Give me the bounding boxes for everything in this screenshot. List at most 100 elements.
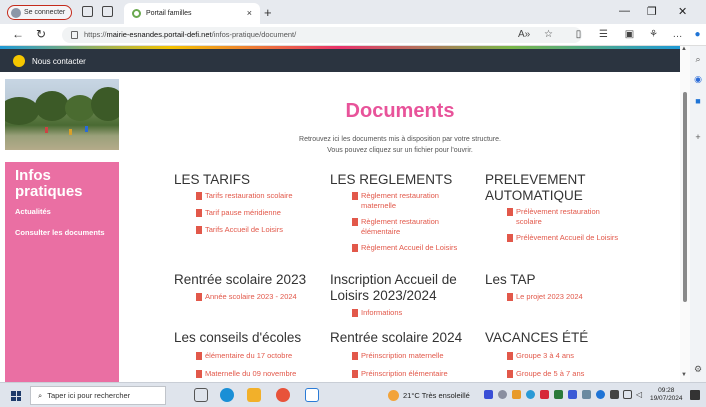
close-window-icon[interactable]: ✕: [678, 5, 687, 18]
section-heading: LES TARIFS: [174, 172, 251, 187]
section-rentree-2023: Rentrée scolaire 2023 Année scolaire 202…: [174, 272, 324, 302]
refresh-icon[interactable]: ↻: [36, 27, 46, 41]
file-icon: [352, 244, 358, 252]
signin-label: Se connecter: [24, 9, 66, 16]
file-icon: [352, 218, 358, 226]
outlook-icon[interactable]: ■: [693, 96, 703, 106]
section-heading-line1: PRELEVEMENT: [485, 172, 586, 187]
section-prelevement: PRELEVEMENT AUTOMATIQUE Prélèvement rest…: [485, 172, 635, 243]
document-link[interactable]: Préinscription maternelle: [352, 351, 480, 361]
tab-close-icon[interactable]: ×: [247, 8, 252, 18]
scroll-down-icon[interactable]: ▼: [681, 372, 687, 378]
taskbar-search[interactable]: ⌕ Taper ici pour rechercher: [30, 386, 166, 405]
file-icon: [507, 234, 513, 242]
chrome-app-icon[interactable]: [276, 388, 290, 402]
bluetooth-icon[interactable]: [596, 390, 605, 399]
url-path: /infos-pratique/document/: [211, 30, 297, 39]
contact-link[interactable]: Nous contacter: [13, 55, 86, 67]
url-field[interactable]: https://mairie-esnandes.portail-defi.net…: [62, 27, 582, 43]
file-icon: [352, 309, 358, 317]
search-icon: ⌕: [38, 390, 43, 400]
sidebar: Infos pratiques Actualités Consulter les…: [5, 162, 119, 382]
volume-icon[interactable]: ◁: [636, 390, 645, 399]
lock-icon: [71, 31, 78, 39]
notification-icon[interactable]: [690, 390, 700, 400]
file-icon: [196, 226, 202, 234]
document-link[interactable]: Prélèvement Accueil de Loisirs: [507, 233, 625, 243]
battery-icon[interactable]: [610, 390, 619, 399]
sidebar-link-actualites[interactable]: Actualités: [15, 207, 51, 216]
settings-gear-icon[interactable]: ⚙: [693, 364, 703, 374]
taskbar-clock[interactable]: 09:28 19/07/2024: [650, 387, 683, 403]
task-view-icon[interactable]: [194, 388, 208, 402]
favorites-icon[interactable]: ☰: [598, 29, 609, 40]
signin-button[interactable]: Se connecter: [7, 5, 73, 20]
top-nav-bar: Nous contacter: [0, 49, 680, 72]
document-link[interactable]: Groupe 3 à 4 ans: [507, 351, 635, 361]
document-link[interactable]: Tarif pause méridienne: [196, 208, 324, 218]
tab-portail-familles[interactable]: Portail familles ×: [124, 3, 260, 24]
network-icon[interactable]: [623, 390, 632, 399]
document-app-icon[interactable]: [305, 388, 319, 402]
page-title: Documents: [345, 100, 455, 122]
read-aloud-icon[interactable]: A»: [518, 29, 530, 40]
document-link[interactable]: Le projet 2023 2024: [507, 292, 635, 302]
scroll-up-icon[interactable]: ▲: [681, 46, 687, 52]
copilot-sidebar-icon[interactable]: ◉: [693, 74, 703, 84]
document-link[interactable]: Année scolaire 2023 - 2024: [196, 292, 324, 302]
tray-app-icon[interactable]: [582, 390, 591, 399]
collections-icon[interactable]: ▣: [624, 29, 635, 40]
weather-widget[interactable]: 21°C Très ensoleillé: [388, 390, 470, 401]
tray-app-icon[interactable]: [568, 390, 577, 399]
edge-app-icon[interactable]: [220, 388, 234, 402]
windows-start-icon[interactable]: [11, 391, 21, 401]
favorite-star-icon[interactable]: ☆: [543, 29, 554, 40]
new-tab-button[interactable]: +: [264, 5, 272, 20]
document-link[interactable]: Prélèvement restauration scolaire: [507, 207, 625, 227]
section-heading: VACANCES ÉTÉ: [485, 330, 589, 345]
sidebar-title-line2: pratiques: [15, 183, 83, 200]
tray-app-icon[interactable]: [484, 390, 493, 399]
workspaces-icon[interactable]: [82, 6, 93, 17]
copilot-icon[interactable]: ●: [692, 29, 703, 40]
tray-app-icon[interactable]: [526, 390, 535, 399]
search-icon[interactable]: ⌕: [693, 54, 703, 64]
minimize-icon[interactable]: —: [619, 5, 630, 17]
tray-app-icon[interactable]: [540, 390, 549, 399]
site-favicon-icon: [132, 9, 141, 18]
document-link[interactable]: Règlement restauration maternelle: [352, 191, 472, 211]
document-link[interactable]: Préinscription élémentaire: [352, 369, 480, 379]
document-link[interactable]: Groupe de 5 à 7 ans: [507, 369, 635, 379]
file-icon: [507, 293, 513, 301]
tray-app-icon[interactable]: [498, 390, 507, 399]
document-link[interactable]: élémentaire du 17 octobre: [196, 351, 324, 361]
tray-app-icon[interactable]: [512, 390, 521, 399]
scrollbar-thumb[interactable]: [683, 92, 687, 302]
extensions-icon[interactable]: ⚘: [648, 29, 659, 40]
section-tarifs: LES TARIFS Tarifs restauration scolaire …: [174, 172, 324, 235]
add-sidebar-icon[interactable]: +: [693, 132, 703, 142]
section-heading: Les TAP: [485, 272, 536, 287]
tab-actions-icon[interactable]: [102, 6, 113, 17]
back-icon[interactable]: ←: [12, 27, 24, 41]
tray-app-icon[interactable]: [554, 390, 563, 399]
sun-icon: [388, 390, 399, 401]
file-icon: [196, 370, 202, 378]
section-inscription-loisirs: Inscription Accueil de Loisirs 2023/2024…: [330, 272, 480, 318]
document-link[interactable]: Tarifs restauration scolaire: [196, 191, 324, 201]
file-explorer-icon[interactable]: [247, 388, 261, 402]
document-link[interactable]: Maternelle du 09 novembre: [196, 369, 324, 379]
more-menu-icon[interactable]: …: [672, 29, 683, 40]
split-screen-icon[interactable]: ▯: [573, 29, 584, 40]
document-link[interactable]: Informations: [352, 308, 480, 318]
file-icon: [352, 352, 358, 360]
document-link[interactable]: Règlement restauration élémentaire: [352, 217, 472, 237]
restore-icon[interactable]: ❐: [647, 5, 657, 18]
file-icon: [196, 352, 202, 360]
document-link[interactable]: Tarifs Accueil de Loisirs: [196, 225, 324, 235]
document-link[interactable]: Règlement Accueil de Loisirs: [352, 243, 472, 253]
section-heading-line2: AUTOMATIQUE: [485, 188, 583, 203]
sidebar-title: Infos pratiques: [15, 168, 83, 200]
sidebar-link-documents[interactable]: Consulter les documents: [15, 228, 105, 237]
file-icon: [352, 192, 358, 200]
